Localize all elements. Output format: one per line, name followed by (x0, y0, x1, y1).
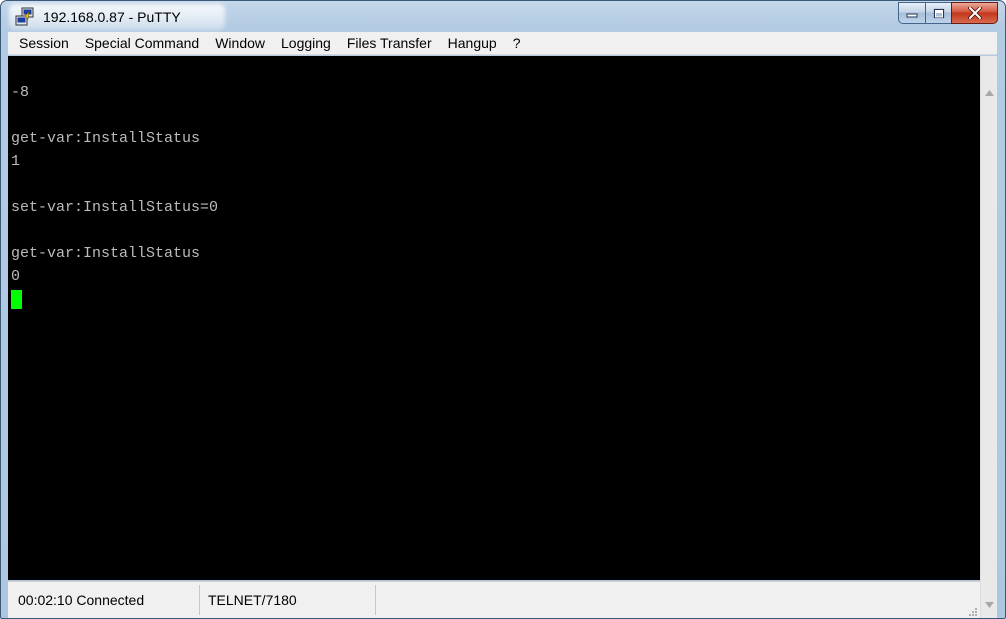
close-button[interactable] (951, 2, 998, 24)
menu-help[interactable]: ? (505, 32, 529, 55)
status-protocol: TELNET/7180 (200, 585, 376, 615)
terminal-line: 0 (11, 268, 21, 285)
scroll-down-button[interactable] (983, 598, 995, 612)
menu-files-transfer[interactable]: Files Transfer (339, 32, 440, 55)
terminal-line: get-var:InstallStatus (11, 130, 201, 147)
menu-window[interactable]: Window (207, 32, 273, 55)
terminal-line: -8 (11, 84, 30, 101)
close-icon (967, 7, 982, 19)
resize-grip-icon[interactable] (966, 604, 978, 616)
putty-window: 192.168.0.87 - PuTTY Session Special Com… (0, 0, 1006, 619)
vertical-scrollbar[interactable] (980, 56, 997, 618)
terminal-line: 1 (11, 153, 21, 170)
menu-hangup[interactable]: Hangup (440, 32, 505, 55)
terminal-cursor (11, 290, 22, 309)
minimize-button[interactable] (898, 2, 925, 24)
status-extra (376, 585, 976, 615)
title-bar[interactable]: 192.168.0.87 - PuTTY (1, 1, 1005, 33)
arrow-up-icon (984, 90, 994, 96)
terminal-line: set-var:InstallStatus=0 (11, 199, 219, 216)
arrow-down-icon (984, 602, 994, 608)
menu-session[interactable]: Session (11, 32, 77, 55)
maximize-button[interactable] (925, 2, 951, 24)
caption-buttons (898, 2, 998, 24)
status-connection: 00:02:10 Connected (10, 585, 200, 615)
menu-logging[interactable]: Logging (273, 32, 339, 55)
minimize-icon (906, 13, 918, 18)
status-bar: 00:02:10 Connected TELNET/7180 (8, 581, 980, 618)
terminal-line: get-var:InstallStatus (11, 245, 201, 262)
maximize-icon (933, 8, 944, 18)
menu-special-command[interactable]: Special Command (77, 32, 207, 55)
terminal-area[interactable]: -8 get-var:InstallStatus 1 set-var:Insta… (8, 56, 980, 580)
scroll-up-button[interactable] (983, 86, 995, 100)
terminal-output: -8 get-var:InstallStatus 1 set-var:Insta… (11, 58, 218, 309)
window-title: 192.168.0.87 - PuTTY (43, 9, 181, 25)
putty-icon[interactable] (15, 7, 35, 27)
menu-bar: Session Special Command Window Logging F… (8, 32, 997, 55)
